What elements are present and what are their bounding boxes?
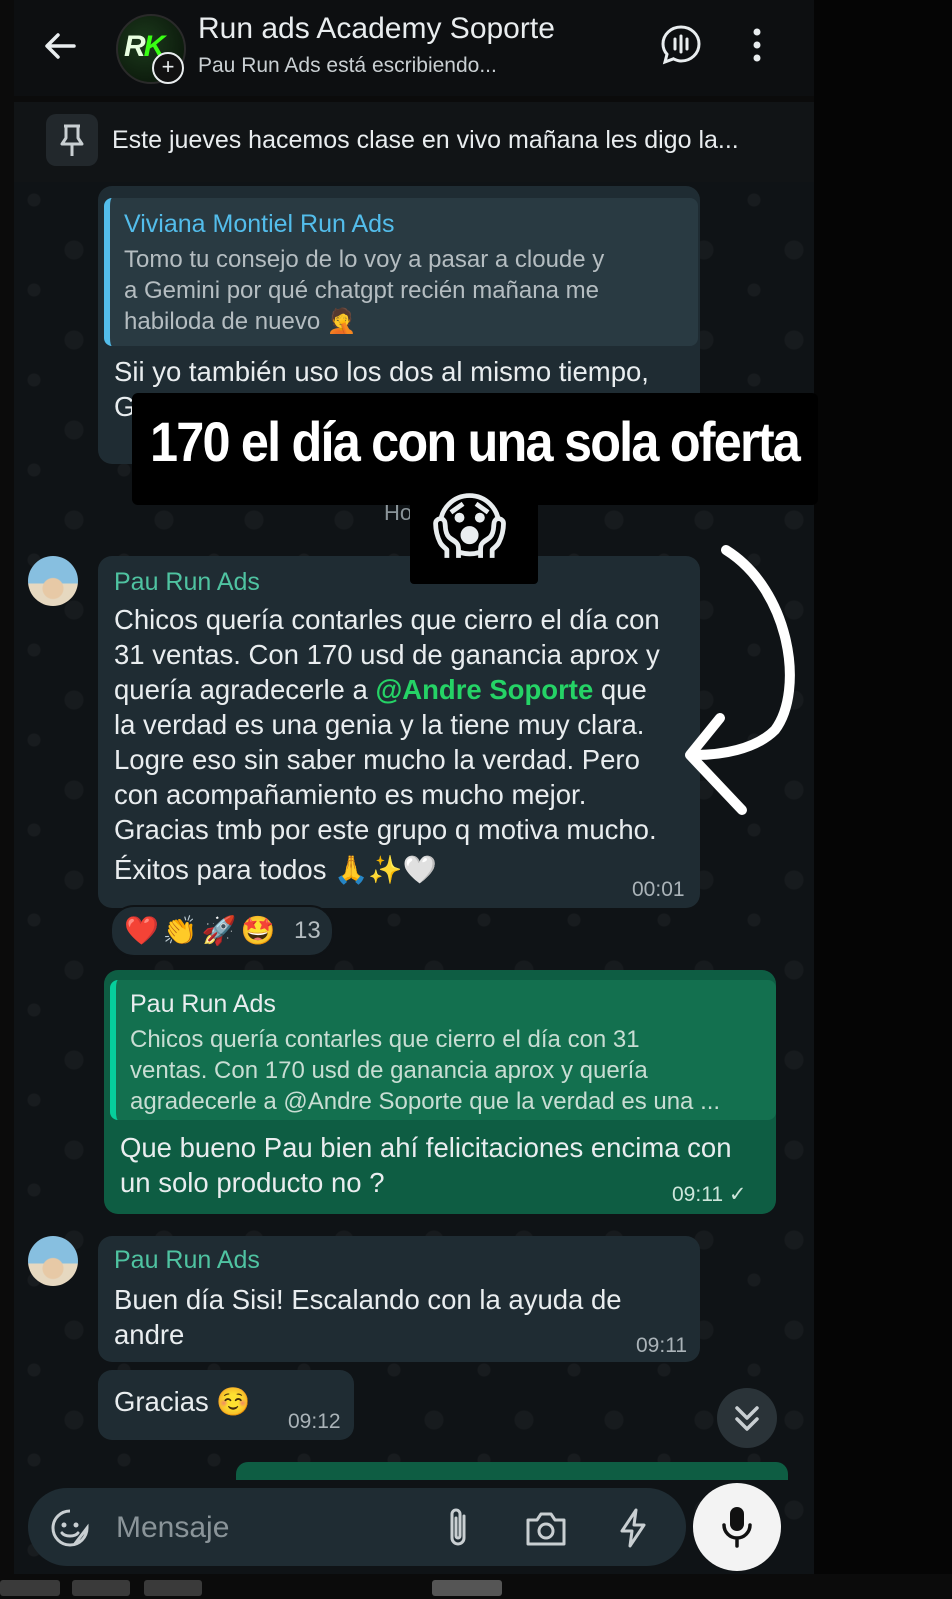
- contact-avatar[interactable]: [28, 556, 78, 606]
- message-time: 09:11 ✓: [672, 1183, 747, 1206]
- overlay-emoji: 😱: [410, 480, 538, 584]
- typing-status: Pau Run Ads está escribiendo...: [198, 54, 497, 77]
- message-text: la verdad es una genia y la tiene muy cl…: [114, 709, 645, 740]
- chat-header: RK + Run ads Academy Soporte Pau Run Ads…: [14, 0, 814, 96]
- message-composer: [28, 1488, 686, 1566]
- sticker-smile-icon[interactable]: [50, 1508, 90, 1548]
- message-text: andre: [114, 1319, 185, 1350]
- message-text: quería agradecerle a @Andre Soporte que: [114, 672, 647, 707]
- story-thumbnail[interactable]: [72, 1580, 130, 1596]
- message-text: un solo producto no ?: [120, 1167, 385, 1198]
- message-bubble-outgoing-partial: [236, 1462, 788, 1480]
- mention-link[interactable]: @Andre Soporte: [375, 674, 593, 705]
- message-text: Sii yo también uso los dos al mismo tiem…: [114, 356, 649, 387]
- story-thumbnail[interactable]: [432, 1580, 502, 1596]
- message-text: con acompañamiento es mucho mejor.: [114, 779, 587, 810]
- message-text: Gracias tmb por este grupo q motiva much…: [114, 814, 657, 845]
- message-text: Gracias ☺️: [114, 1386, 251, 1417]
- more-vertical-icon[interactable]: [750, 26, 764, 64]
- message-text: Buen día Sisi! Escalando con la ayuda de: [114, 1284, 622, 1315]
- message-time: 09:11: [636, 1334, 687, 1357]
- story-thumbnail[interactable]: [0, 1580, 60, 1596]
- quote-sender: Pau Run Ads: [130, 990, 276, 1018]
- microphone-icon: [722, 1507, 752, 1548]
- voice-chat-icon[interactable]: [660, 24, 702, 66]
- quote-line: agradecerle a @Andre Soporte que la verd…: [130, 1088, 721, 1115]
- message-text: 31 ventas. Con 170 usd de ganancia aprox…: [114, 639, 660, 670]
- overlay-caption-text: 170 el día con una sola oferta: [150, 410, 801, 473]
- quote-line: a Gemini por qué chatgpt recién mañana m…: [124, 277, 599, 304]
- hand-drawn-arrow-icon: [685, 545, 795, 815]
- chat-screen: RK + Run ads Academy Soporte Pau Run Ads…: [0, 0, 952, 1599]
- double-chevron-down-icon: [735, 1406, 759, 1431]
- quoted-message[interactable]: Viviana Montiel Run Ads Tomo tu consejo …: [104, 198, 698, 346]
- message-text-segment: que: [593, 674, 647, 705]
- lightning-icon[interactable]: [618, 1508, 648, 1548]
- message-text: Éxitos para todos 🙏✨🤍: [114, 854, 437, 885]
- pin-icon: [46, 114, 98, 166]
- message-input[interactable]: [114, 1506, 418, 1550]
- paperclip-icon[interactable]: [440, 1506, 476, 1550]
- message-sender: Pau Run Ads: [114, 1246, 260, 1274]
- reactions-bar[interactable]: ❤️👏🚀🤩 13: [110, 905, 334, 957]
- message-bubble-outgoing[interactable]: Pau Run Ads Chicos quería contarles que …: [104, 970, 776, 1214]
- pinned-message-bar[interactable]: Este jueves hacemos clase en vivo mañana…: [14, 102, 814, 182]
- message-sender: Pau Run Ads: [114, 568, 260, 596]
- arrow-left-icon[interactable]: [40, 26, 80, 66]
- message-bubble[interactable]: Pau Run Ads Buen día Sisi! Escalando con…: [98, 1236, 700, 1362]
- chat-title[interactable]: Run ads Academy Soporte: [198, 12, 555, 46]
- quote-line: habiloda de nuevo 🤦: [124, 308, 357, 335]
- message-time: 00:01: [632, 878, 685, 901]
- reaction-count: 13: [294, 917, 321, 944]
- message-bubble[interactable]: Pau Run Ads Chicos quería contarles que …: [98, 556, 700, 908]
- message-text: Logre eso sin saber mucho la verdad. Per…: [114, 744, 640, 775]
- message-text: Que bueno Pau bien ahí felicitaciones en…: [120, 1132, 732, 1163]
- story-thumbnail[interactable]: [144, 1580, 202, 1596]
- reaction-emojis: ❤️👏🚀🤩: [124, 915, 280, 946]
- message-text-segment: quería agradecerle a: [114, 674, 376, 705]
- side-margin: [814, 0, 952, 1599]
- pinned-message-text: Este jueves hacemos clase en vivo mañana…: [112, 126, 739, 154]
- message-text: Chicos quería contarles que cierro el dí…: [114, 604, 660, 635]
- contact-avatar[interactable]: [28, 1236, 78, 1286]
- screaming-face-emoji: 😱: [432, 487, 508, 567]
- quote-sender: Viviana Montiel Run Ads: [124, 210, 395, 238]
- quote-line: Tomo tu consejo de lo voy a pasar a clou…: [124, 246, 605, 273]
- camera-icon[interactable]: [524, 1510, 568, 1548]
- message-time: 09:12: [288, 1410, 341, 1433]
- message-bubble[interactable]: Gracias ☺️ 09:12: [98, 1370, 354, 1440]
- quoted-message[interactable]: Pau Run Ads Chicos quería contarles que …: [110, 980, 776, 1120]
- plus-icon: +: [152, 52, 184, 84]
- scroll-to-bottom-button[interactable]: [717, 1388, 777, 1448]
- quote-line: Chicos quería contarles que cierro el dí…: [130, 1026, 640, 1053]
- quote-line: ventas. Con 170 usd de ganancia aprox y …: [130, 1057, 648, 1084]
- microphone-button[interactable]: [693, 1483, 781, 1571]
